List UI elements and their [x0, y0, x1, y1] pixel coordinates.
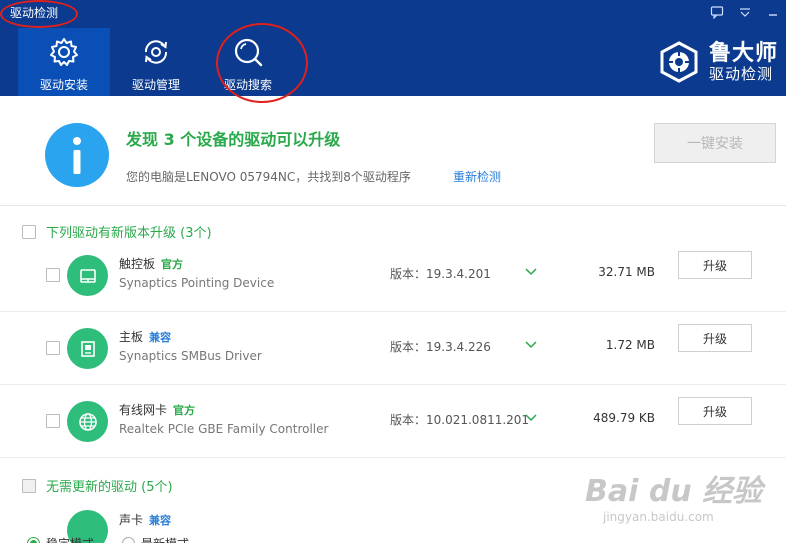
tab-label: 驱动搜索 — [223, 78, 272, 92]
rescan-link[interactable]: 重新检测 — [453, 168, 501, 185]
install-all-button[interactable]: 一键安装 — [654, 123, 776, 163]
driver-version: 版本：10.021.0811.201 — [390, 413, 530, 427]
brand-logo-icon — [660, 41, 698, 83]
driver-name: 主板 兼容 — [119, 330, 172, 344]
driver-checkbox[interactable] — [46, 414, 60, 428]
driver-checkbox[interactable] — [46, 268, 60, 282]
watermark-sub: jingyan.baidu.com — [603, 510, 714, 524]
radio-latest-mode[interactable] — [122, 537, 135, 543]
driver-name: 声卡 兼容 — [119, 513, 172, 527]
info-icon — [45, 123, 109, 187]
table-row: 有线网卡 官方 Realtek PCIe GBE Family Controlle… — [0, 385, 786, 458]
table-row: 主板 兼容 Synaptics SMBus Driver 版本：19.3.4.22… — [0, 312, 786, 385]
group-noupdate-label: 无需更新的驱动 (5个) — [46, 480, 173, 495]
title-bar: 驱动检测 驱动安装 驱动管理 驱动搜索 鲁大师 驱动检测 — [0, 0, 786, 96]
motherboard-icon — [67, 328, 108, 369]
tab-driver-manage[interactable]: 驱动管理 — [110, 28, 202, 96]
baidu-watermark: Bai du 经验 jingyan.baidu.com — [585, 466, 780, 526]
driver-size: 1.72 MB — [605, 338, 655, 352]
driver-name: 触控板 官方 — [119, 257, 184, 271]
upgrade-button[interactable]: 升级 — [678, 251, 752, 279]
driver-tag: 兼容 — [149, 514, 172, 527]
group-upgradable-checkbox[interactable] — [22, 224, 36, 239]
globe-icon — [67, 401, 108, 442]
scan-headline: 发现 3 个设备的驱动可以升级 — [126, 130, 341, 149]
window-controls — [710, 5, 780, 20]
driver-description: Synaptics Pointing Device — [119, 276, 275, 290]
touchpad-icon — [67, 255, 108, 296]
tab-driver-search[interactable]: 驱动搜索 — [202, 28, 294, 96]
radio-stable-mode[interactable] — [27, 537, 40, 543]
driver-version: 版本：19.3.4.226 — [390, 340, 491, 354]
brand: 鲁大师 驱动检测 — [657, 40, 778, 84]
scan-summary: 发现 3 个设备的驱动可以升级 您的电脑是LENOVO 05794NC，共找到8… — [0, 96, 786, 206]
chevron-down-icon[interactable] — [524, 410, 538, 424]
group-noupdate-header: 无需更新的驱动 (5个) — [22, 476, 173, 495]
window-title: 驱动检测 — [10, 6, 59, 20]
tab-label: 驱动管理 — [131, 78, 180, 92]
driver-name: 有线网卡 官方 — [119, 403, 196, 417]
chevron-down-icon[interactable] — [524, 337, 538, 351]
scan-detail: 您的电脑是LENOVO 05794NC，共找到8个驱动程序 — [126, 170, 411, 184]
group-noupdate-checkbox[interactable] — [22, 478, 36, 493]
driver-size: 32.71 MB — [598, 265, 655, 279]
tab-driver-install[interactable]: 驱动安装 — [18, 28, 110, 96]
driver-tag: 官方 — [161, 258, 184, 271]
minimize-icon[interactable] — [766, 5, 780, 19]
refresh-gear-icon — [144, 40, 168, 64]
driver-description: Synaptics SMBus Driver — [119, 349, 262, 363]
mode-label: 稳定模式 — [46, 535, 94, 543]
mode-selector: 稳定模式 最新模式 — [0, 533, 786, 543]
brand-name: 鲁大师 — [708, 40, 778, 66]
driver-tag: 官方 — [173, 404, 196, 417]
driver-description: Realtek PCIe GBE Family Controller — [119, 422, 329, 436]
table-row: 触控板 官方 Synaptics Pointing Device 版本：19.3.… — [0, 239, 786, 312]
driver-checkbox[interactable] — [46, 341, 60, 355]
feedback-icon[interactable] — [710, 5, 724, 20]
gear-icon — [50, 38, 78, 66]
search-icon — [234, 38, 263, 67]
driver-version: 版本：19.3.4.201 — [390, 267, 491, 281]
upgrade-button[interactable]: 升级 — [678, 324, 752, 352]
mode-label: 最新模式 — [141, 535, 189, 543]
menu-icon[interactable] — [738, 5, 752, 19]
driver-size: 489.79 KB — [593, 411, 655, 425]
main-nav: 驱动安装 驱动管理 驱动搜索 — [18, 28, 294, 96]
upgrade-button[interactable]: 升级 — [678, 397, 752, 425]
chevron-down-icon[interactable] — [524, 264, 538, 278]
tab-label: 驱动安装 — [39, 78, 88, 92]
brand-subtitle: 驱动检测 — [708, 64, 773, 83]
watermark-main: Bai du 经验 — [585, 474, 763, 509]
driver-tag: 兼容 — [149, 331, 172, 344]
